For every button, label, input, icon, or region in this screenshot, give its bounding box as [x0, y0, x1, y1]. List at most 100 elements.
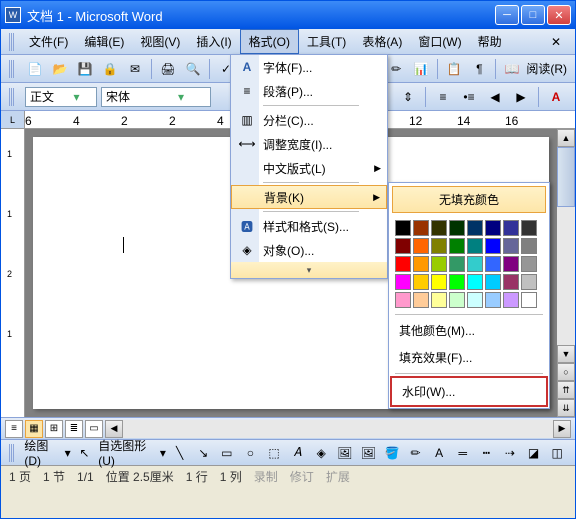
dash-style-icon[interactable]: ┅: [477, 442, 497, 464]
drawbar-handle[interactable]: [9, 444, 14, 462]
toolbar-handle[interactable]: [9, 60, 15, 78]
dd-styles[interactable]: 🅰 样式和格式(S)...: [231, 214, 387, 238]
color-swatch[interactable]: [431, 220, 447, 236]
color-swatch[interactable]: [413, 256, 429, 272]
line-color-icon[interactable]: ✏: [406, 442, 426, 464]
menu-table[interactable]: 表格(A): [354, 30, 410, 53]
fill-effects[interactable]: 填充效果(F)...: [389, 344, 549, 371]
scroll-right-icon[interactable]: ▶: [553, 420, 571, 438]
rect-icon[interactable]: ▭: [217, 442, 237, 464]
menu-tools[interactable]: 工具(T): [299, 30, 354, 53]
mail-icon[interactable]: ✉: [124, 58, 146, 80]
no-fill-button[interactable]: 无填充颜色: [392, 186, 546, 213]
color-swatch[interactable]: [503, 274, 519, 290]
more-colors[interactable]: 其他颜色(M)...: [389, 317, 549, 344]
chart-icon[interactable]: 📊: [410, 58, 432, 80]
color-swatch[interactable]: [485, 238, 501, 254]
color-swatch[interactable]: [467, 220, 483, 236]
color-swatch[interactable]: [431, 292, 447, 308]
clipart-icon[interactable]: 🖼: [335, 442, 355, 464]
color-swatch[interactable]: [449, 274, 465, 290]
picture-icon[interactable]: 🖼: [359, 442, 379, 464]
color-swatch[interactable]: [413, 238, 429, 254]
maximize-button[interactable]: □: [521, 5, 545, 25]
toolbar2-handle[interactable]: [9, 88, 15, 106]
draw-menu[interactable]: 绘图(D): [24, 437, 60, 468]
print-layout-view-icon[interactable]: ▦: [25, 420, 43, 438]
color-swatch[interactable]: [449, 292, 465, 308]
line-icon[interactable]: ╲: [170, 442, 190, 464]
oval-icon[interactable]: ○: [241, 442, 261, 464]
menu-file[interactable]: 文件(F): [21, 30, 76, 53]
scroll-down-icon[interactable]: ▼: [557, 345, 575, 363]
wordart-icon[interactable]: 𝐴: [288, 442, 308, 464]
diagram-icon[interactable]: ◈: [311, 442, 331, 464]
watermark-item[interactable]: 水印(W)...: [390, 376, 548, 407]
color-swatch[interactable]: [467, 292, 483, 308]
dd-asian-layout[interactable]: 中文版式(L) ▶: [231, 156, 387, 180]
open-icon[interactable]: 📂: [49, 58, 71, 80]
vertical-ruler[interactable]: 1121: [1, 129, 25, 417]
color-swatch[interactable]: [467, 274, 483, 290]
scroll-left-icon[interactable]: ◀: [105, 420, 123, 438]
color-swatch[interactable]: [485, 274, 501, 290]
doc-map-icon[interactable]: 📋: [443, 58, 465, 80]
color-swatch[interactable]: [485, 292, 501, 308]
color-swatch[interactable]: [395, 292, 411, 308]
menu-view[interactable]: 视图(V): [132, 30, 188, 53]
menu-edit[interactable]: 编辑(E): [76, 30, 132, 53]
color-swatch[interactable]: [431, 274, 447, 290]
color-swatch[interactable]: [503, 220, 519, 236]
color-swatch[interactable]: [395, 238, 411, 254]
3d-icon[interactable]: ◫: [547, 442, 567, 464]
menu-doc-close[interactable]: ✕: [545, 33, 567, 51]
dd-adjust-width[interactable]: ⟷ 调整宽度(I)...: [231, 132, 387, 156]
color-swatch[interactable]: [395, 274, 411, 290]
color-swatch[interactable]: [485, 220, 501, 236]
color-swatch[interactable]: [413, 274, 429, 290]
drawing-icon[interactable]: ✏: [385, 58, 407, 80]
color-swatch[interactable]: [503, 292, 519, 308]
autoshapes-menu[interactable]: 自选图形(U): [98, 437, 156, 468]
bullets-icon[interactable]: •≡: [458, 86, 480, 108]
color-swatch[interactable]: [413, 220, 429, 236]
save-icon[interactable]: 💾: [74, 58, 96, 80]
color-swatch[interactable]: [521, 292, 537, 308]
dd-paragraph[interactable]: ≡ 段落(P)...: [231, 79, 387, 103]
next-page-icon[interactable]: ⇊: [557, 399, 575, 417]
hscroll-track[interactable]: [123, 420, 553, 438]
color-swatch[interactable]: [431, 256, 447, 272]
dd-columns[interactable]: ▥ 分栏(C)...: [231, 108, 387, 132]
color-swatch[interactable]: [395, 220, 411, 236]
line-style-icon[interactable]: ═: [453, 442, 473, 464]
dd-font[interactable]: A 字体(F)...: [231, 55, 387, 79]
menu-handle[interactable]: [9, 33, 15, 51]
style-combo[interactable]: 正文▾: [25, 87, 97, 107]
new-icon[interactable]: 📄: [24, 58, 46, 80]
menu-insert[interactable]: 插入(I): [188, 30, 239, 53]
menu-help[interactable]: 帮助: [470, 30, 510, 53]
minimize-button[interactable]: ─: [495, 5, 519, 25]
color-swatch[interactable]: [449, 238, 465, 254]
color-swatch[interactable]: [521, 256, 537, 272]
para-icon[interactable]: ¶: [468, 58, 490, 80]
web-view-icon[interactable]: ⊞: [45, 420, 63, 438]
normal-view-icon[interactable]: ≡: [5, 420, 23, 438]
color-swatch[interactable]: [413, 292, 429, 308]
scroll-thumb[interactable]: [557, 147, 575, 207]
indent-icon[interactable]: ▶: [510, 86, 532, 108]
select-arrow-icon[interactable]: ↖: [75, 442, 95, 464]
color-swatch[interactable]: [521, 274, 537, 290]
outdent-icon[interactable]: ◀: [484, 86, 506, 108]
color-swatch[interactable]: [467, 256, 483, 272]
color-swatch[interactable]: [449, 256, 465, 272]
color-swatch[interactable]: [503, 238, 519, 254]
outline-view-icon[interactable]: ≣: [65, 420, 83, 438]
browse-select-icon[interactable]: ○: [557, 363, 575, 381]
arrow-style-icon[interactable]: ⇢: [500, 442, 520, 464]
vertical-scrollbar[interactable]: ▲ ▼ ○ ⇈ ⇊: [557, 129, 575, 417]
color-swatch[interactable]: [467, 238, 483, 254]
textbox-icon[interactable]: ⬚: [264, 442, 284, 464]
menu-format[interactable]: 格式(O): [240, 29, 299, 54]
autoshapes-dd-icon[interactable]: ▾: [160, 446, 166, 460]
